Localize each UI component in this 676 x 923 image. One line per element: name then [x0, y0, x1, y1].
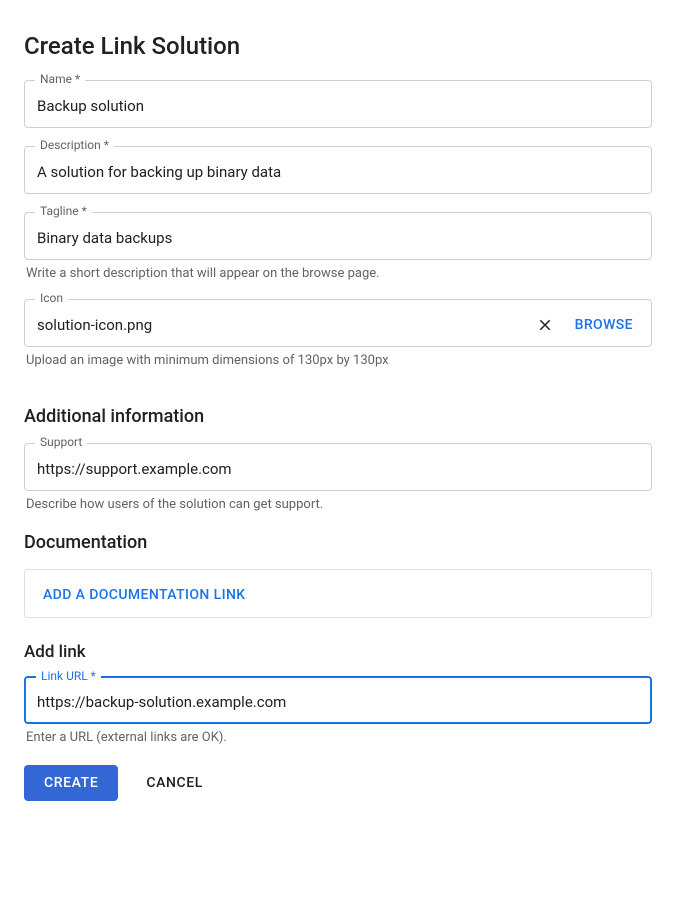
link-url-field[interactable]: Link URL * — [24, 676, 652, 724]
tagline-label: Tagline * — [35, 204, 92, 218]
icon-field-group: Icon solution-icon.png BROWSE Upload an … — [24, 299, 652, 368]
description-label: Description * — [35, 138, 114, 152]
button-row: CREATE CANCEL — [24, 765, 652, 801]
create-button[interactable]: CREATE — [24, 765, 118, 801]
link-url-input[interactable] — [37, 693, 639, 711]
link-url-helper: Enter a URL (external links are OK). — [24, 730, 652, 745]
add-documentation-link-button[interactable]: ADD A DOCUMENTATION LINK — [43, 587, 246, 603]
tagline-helper: Write a short description that will appe… — [24, 266, 652, 281]
support-field-group: Support Describe how users of the soluti… — [24, 443, 652, 512]
tagline-input[interactable] — [37, 229, 639, 247]
name-input[interactable] — [37, 97, 639, 115]
page-title: Create Link Solution — [24, 32, 652, 60]
description-field-group: Description * — [24, 146, 652, 194]
icon-helper: Upload an image with minimum dimensions … — [24, 353, 652, 368]
tagline-field-group: Tagline * Write a short description that… — [24, 212, 652, 281]
add-link-heading: Add link — [24, 642, 652, 662]
name-field[interactable]: Name * — [24, 80, 652, 128]
support-field[interactable]: Support — [24, 443, 652, 491]
description-field[interactable]: Description * — [24, 146, 652, 194]
support-helper: Describe how users of the solution can g… — [24, 497, 652, 512]
support-label: Support — [35, 435, 87, 449]
cancel-button[interactable]: CANCEL — [146, 775, 203, 791]
name-field-group: Name * — [24, 80, 652, 128]
close-icon[interactable] — [535, 315, 555, 335]
icon-label: Icon — [35, 291, 68, 305]
documentation-heading: Documentation — [24, 532, 652, 553]
name-label: Name * — [35, 72, 85, 86]
documentation-link-container: ADD A DOCUMENTATION LINK — [24, 569, 652, 618]
icon-filename: solution-icon.png — [37, 316, 525, 334]
support-input[interactable] — [37, 460, 639, 478]
browse-button[interactable]: BROWSE — [565, 317, 639, 333]
description-input[interactable] — [37, 163, 639, 181]
link-url-field-group: Link URL * Enter a URL (external links a… — [24, 676, 652, 745]
link-url-label: Link URL * — [36, 669, 101, 683]
icon-field[interactable]: Icon solution-icon.png BROWSE — [24, 299, 652, 347]
additional-info-heading: Additional information — [24, 406, 652, 427]
tagline-field[interactable]: Tagline * — [24, 212, 652, 260]
